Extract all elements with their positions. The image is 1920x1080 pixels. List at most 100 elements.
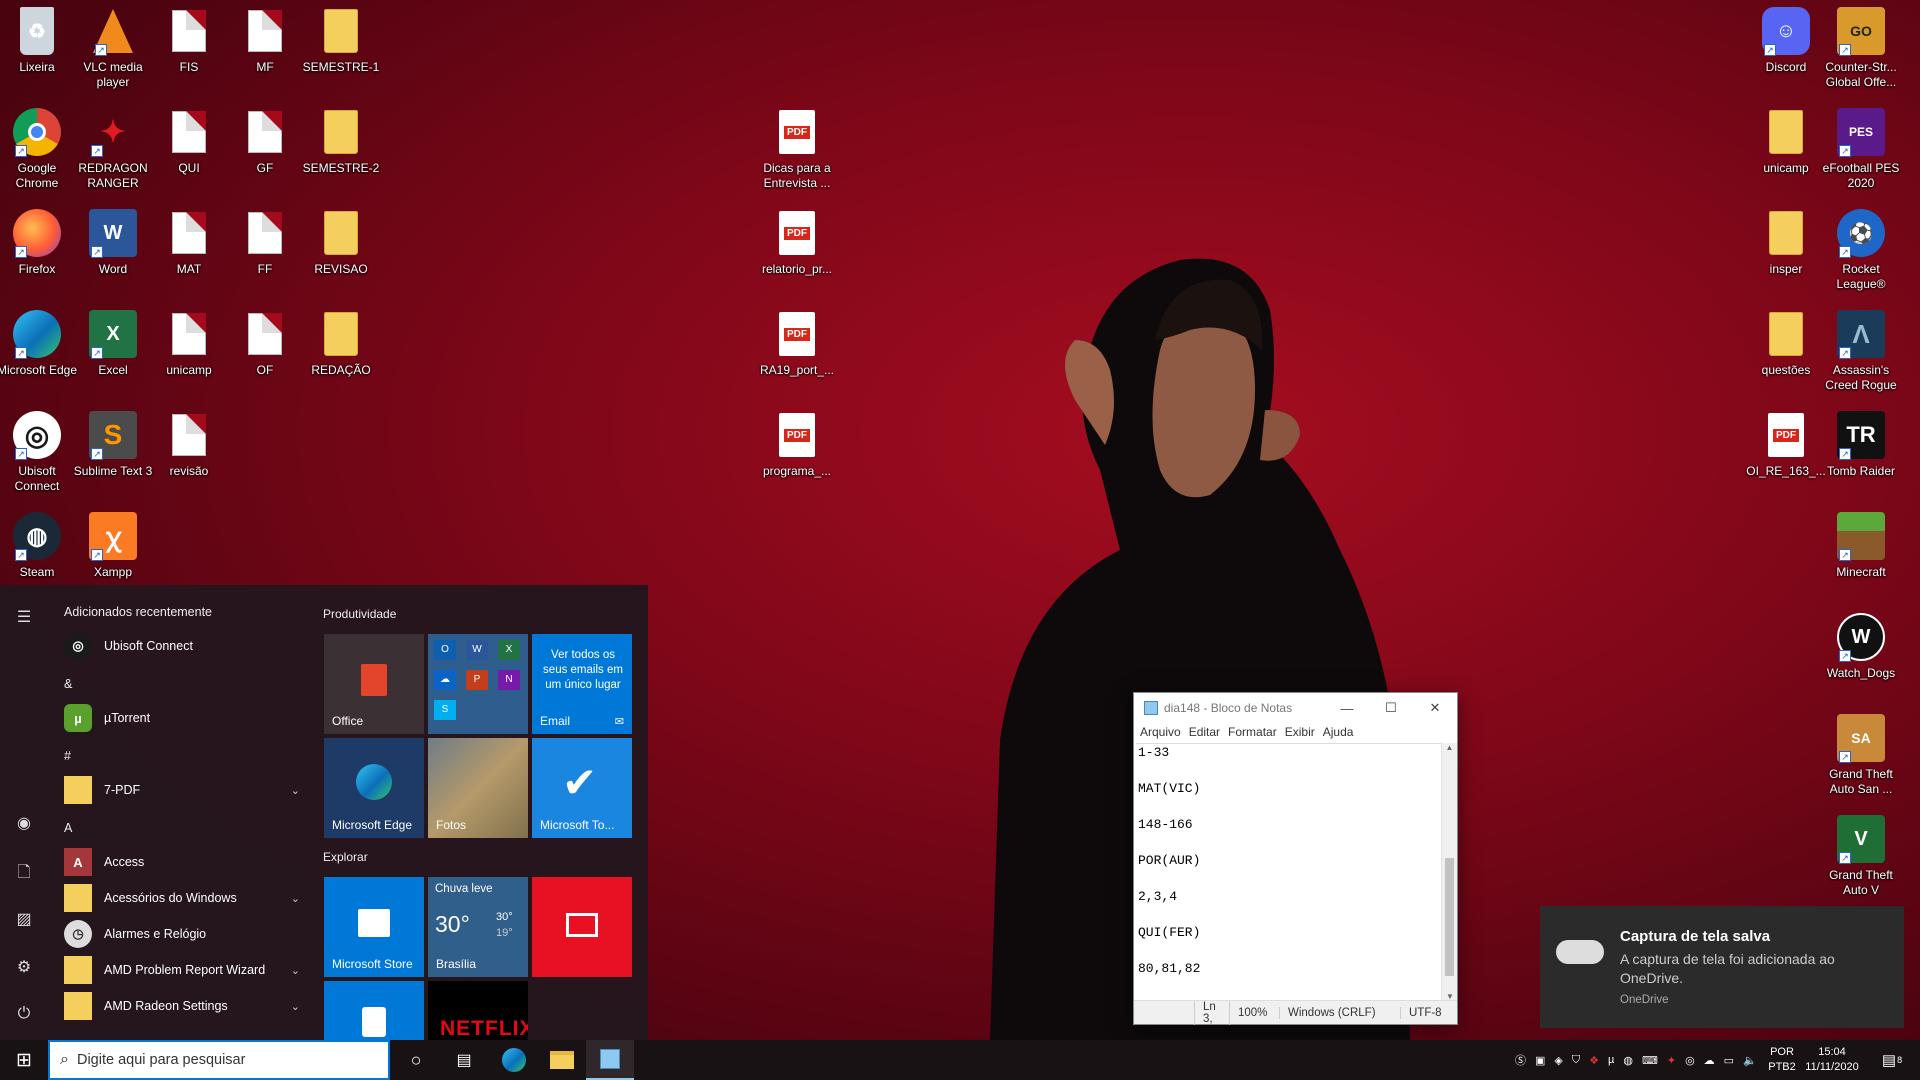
- desktop-icon[interactable]: X ↗ Excel: [76, 309, 150, 405]
- desktop-icon[interactable]: ☺ ↗ Discord: [1749, 6, 1823, 102]
- desktop-icon[interactable]: SEMESTRE-1: [303, 6, 379, 102]
- desktop-icon[interactable]: MAT: [152, 208, 226, 304]
- volume-tray-icon[interactable]: 🔈: [1743, 1054, 1757, 1067]
- app-item-amd-problem[interactable]: AMD Problem Report Wizard ⌄: [64, 955, 304, 985]
- steam-tray-icon[interactable]: ◍: [1623, 1054, 1633, 1067]
- keyboard-tray-icon[interactable]: ⌨: [1642, 1054, 1658, 1067]
- utorrent-tray-icon[interactable]: µ: [1608, 1054, 1614, 1066]
- search-box[interactable]: ⌕ Digite aqui para pesquisar: [48, 1040, 390, 1080]
- menu-ajuda[interactable]: Ajuda: [1323, 723, 1361, 743]
- desktop-icon[interactable]: MF: [228, 6, 302, 102]
- desktop-icon[interactable]: REDAÇÃO: [304, 309, 378, 405]
- vertical-scrollbar[interactable]: ▲ ▼: [1441, 743, 1457, 1001]
- pictures-icon[interactable]: ▨: [14, 909, 34, 929]
- desktop-icon[interactable]: revisão: [152, 410, 226, 506]
- hamburger-icon[interactable]: ☰: [14, 607, 34, 627]
- desktop-icon[interactable]: PDF RA19_port_...: [760, 309, 834, 405]
- desktop-icon[interactable]: ↗ Minecraft: [1824, 511, 1898, 607]
- desktop-icon[interactable]: Λ ↗ Assassin's Creed Rogue: [1824, 309, 1898, 405]
- app-item-acessorios[interactable]: Acessórios do Windows ⌄: [64, 883, 304, 913]
- desktop-icon[interactable]: FIS: [152, 6, 226, 102]
- dragon-tray-icon[interactable]: ✦: [1667, 1054, 1676, 1067]
- tile-office[interactable]: Office: [324, 634, 424, 734]
- tile-store[interactable]: Microsoft Store: [324, 877, 424, 977]
- desktop-icon[interactable]: SEMESTRE-2: [303, 107, 379, 203]
- desktop-icon[interactable]: W ↗ Word: [76, 208, 150, 304]
- desktop-icon[interactable]: ↗ VLC media player: [76, 6, 150, 102]
- shield-tray-icon[interactable]: ⛉: [1572, 1054, 1580, 1067]
- letter-header[interactable]: A: [64, 821, 72, 835]
- desktop-icon[interactable]: SA ↗ Grand Theft Auto San ...: [1824, 713, 1898, 809]
- letter-header[interactable]: #: [64, 749, 71, 763]
- tile-email[interactable]: Ver todos os seus emails em um único lug…: [532, 634, 632, 734]
- desktop-icon[interactable]: ↗ Google Chrome: [0, 107, 74, 203]
- close-button[interactable]: ✕: [1413, 693, 1457, 723]
- desktop-icon[interactable]: QUI: [152, 107, 226, 203]
- settings-gear-icon[interactable]: ⚙: [14, 957, 34, 977]
- nvidia-tray-icon[interactable]: ◈: [1554, 1054, 1562, 1067]
- language-indicator[interactable]: POR PTB2: [1765, 1040, 1799, 1080]
- desktop-icon[interactable]: REVISAO: [304, 208, 378, 304]
- desktop-icon[interactable]: ↗ Firefox: [0, 208, 74, 304]
- taskbar-notepad-icon[interactable]: [586, 1040, 634, 1080]
- tile-solitaire[interactable]: [324, 981, 424, 1040]
- scrollbar-thumb[interactable]: [1445, 858, 1454, 976]
- power-icon[interactable]: ⏻: [14, 1005, 34, 1025]
- desktop-icon[interactable]: ♻ Lixeira: [0, 6, 74, 102]
- desktop-icon[interactable]: GO ↗ Counter-Str... Global Offe...: [1824, 6, 1898, 102]
- user-icon[interactable]: ◉: [14, 813, 34, 833]
- letter-header[interactable]: &: [64, 677, 72, 691]
- app-item-alarmes[interactable]: ◷ Alarmes e Relógio: [64, 919, 304, 949]
- clock[interactable]: 15:04 11/11/2020: [1800, 1040, 1864, 1080]
- tile-netflix[interactable]: NETFLIX: [428, 981, 528, 1040]
- taskbar-edge-icon[interactable]: [490, 1040, 538, 1080]
- onedrive-tray-icon[interactable]: ☁: [1704, 1054, 1715, 1067]
- desktop-icon[interactable]: PDF OI_RE_163_...: [1746, 410, 1826, 506]
- ubisoft-tray-icon[interactable]: ◎: [1685, 1054, 1695, 1067]
- app-item-access[interactable]: A Access: [64, 847, 304, 877]
- cortana-icon[interactable]: ○: [392, 1040, 440, 1080]
- camera-tray-icon[interactable]: ▣: [1535, 1054, 1545, 1067]
- tile-office-apps[interactable]: O W X ☁ P N S: [428, 634, 528, 734]
- desktop-icon[interactable]: ↗ Microsoft Edge: [0, 309, 77, 405]
- tile-edge[interactable]: Microsoft Edge: [324, 738, 424, 838]
- app-item-7pdf[interactable]: 7-PDF ⌄: [64, 775, 304, 805]
- app-item-utorrent[interactable]: µ µTorrent: [64, 703, 304, 733]
- desktop-icon[interactable]: OF: [228, 309, 302, 405]
- tile-weather[interactable]: Chuva leve 30° 30° 19° Brasília: [428, 877, 528, 977]
- menu-editar[interactable]: Editar: [1189, 723, 1227, 743]
- documents-icon[interactable]: 🗋: [14, 861, 34, 881]
- desktop-icon[interactable]: unicamp: [1749, 107, 1823, 203]
- app-item-amd-radeon[interactable]: AMD Radeon Settings ⌄: [64, 991, 304, 1021]
- network-tray-icon[interactable]: ▭: [1724, 1054, 1734, 1067]
- tile-todo[interactable]: ✔ Microsoft To...: [532, 738, 632, 838]
- app-item-ubisoft-connect[interactable]: ◎ Ubisoft Connect: [64, 631, 304, 661]
- file-explorer-icon[interactable]: [538, 1040, 586, 1080]
- desktop-icon[interactable]: PDF Dicas para a Entrevista ...: [760, 107, 834, 203]
- windows-start-icon[interactable]: ⊞: [0, 1040, 48, 1080]
- maximize-button[interactable]: ☐: [1369, 693, 1413, 723]
- menu-exibir[interactable]: Exibir: [1285, 723, 1322, 743]
- desktop-icon[interactable]: ✦ ↗ REDRAGON RANGER: [76, 107, 150, 203]
- desktop-icon[interactable]: PES ↗ eFootball PES 2020: [1823, 107, 1899, 203]
- desktop-icon[interactable]: FF: [228, 208, 302, 304]
- notepad-titlebar[interactable]: dia148 - Bloco de Notas — ☐ ✕: [1134, 693, 1457, 723]
- redragon-tray-icon[interactable]: ❖: [1589, 1054, 1599, 1067]
- minimize-button[interactable]: —: [1325, 693, 1369, 723]
- desktop-icon[interactable]: PDF programa_...: [760, 410, 834, 506]
- task-view-icon[interactable]: ▤: [440, 1040, 488, 1080]
- desktop-icon[interactable]: insper: [1749, 208, 1823, 304]
- desktop-icon[interactable]: GF: [228, 107, 302, 203]
- menu-arquivo[interactable]: Arquivo: [1140, 723, 1188, 743]
- desktop-icon[interactable]: V ↗ Grand Theft Auto V: [1824, 814, 1898, 910]
- desktop-icon[interactable]: ⚽ ↗ Rocket League®: [1824, 208, 1898, 304]
- tile-photos[interactable]: Fotos: [428, 738, 528, 838]
- desktop-icon[interactable]: S ↗ Sublime Text 3: [74, 410, 152, 506]
- desktop-icon[interactable]: questões: [1749, 309, 1823, 405]
- desktop-icon[interactable]: W ↗ Watch_Dogs: [1824, 612, 1898, 708]
- desktop-icon[interactable]: ◎ ↗ Ubisoft Connect: [0, 410, 74, 506]
- action-center-icon[interactable]: ▤ 8: [1872, 1040, 1912, 1080]
- menu-formatar[interactable]: Formatar: [1228, 723, 1284, 743]
- toast-notification[interactable]: Captura de tela salva A captura de tela …: [1540, 906, 1904, 1028]
- desktop-icon[interactable]: TR ↗ Tomb Raider: [1824, 410, 1898, 506]
